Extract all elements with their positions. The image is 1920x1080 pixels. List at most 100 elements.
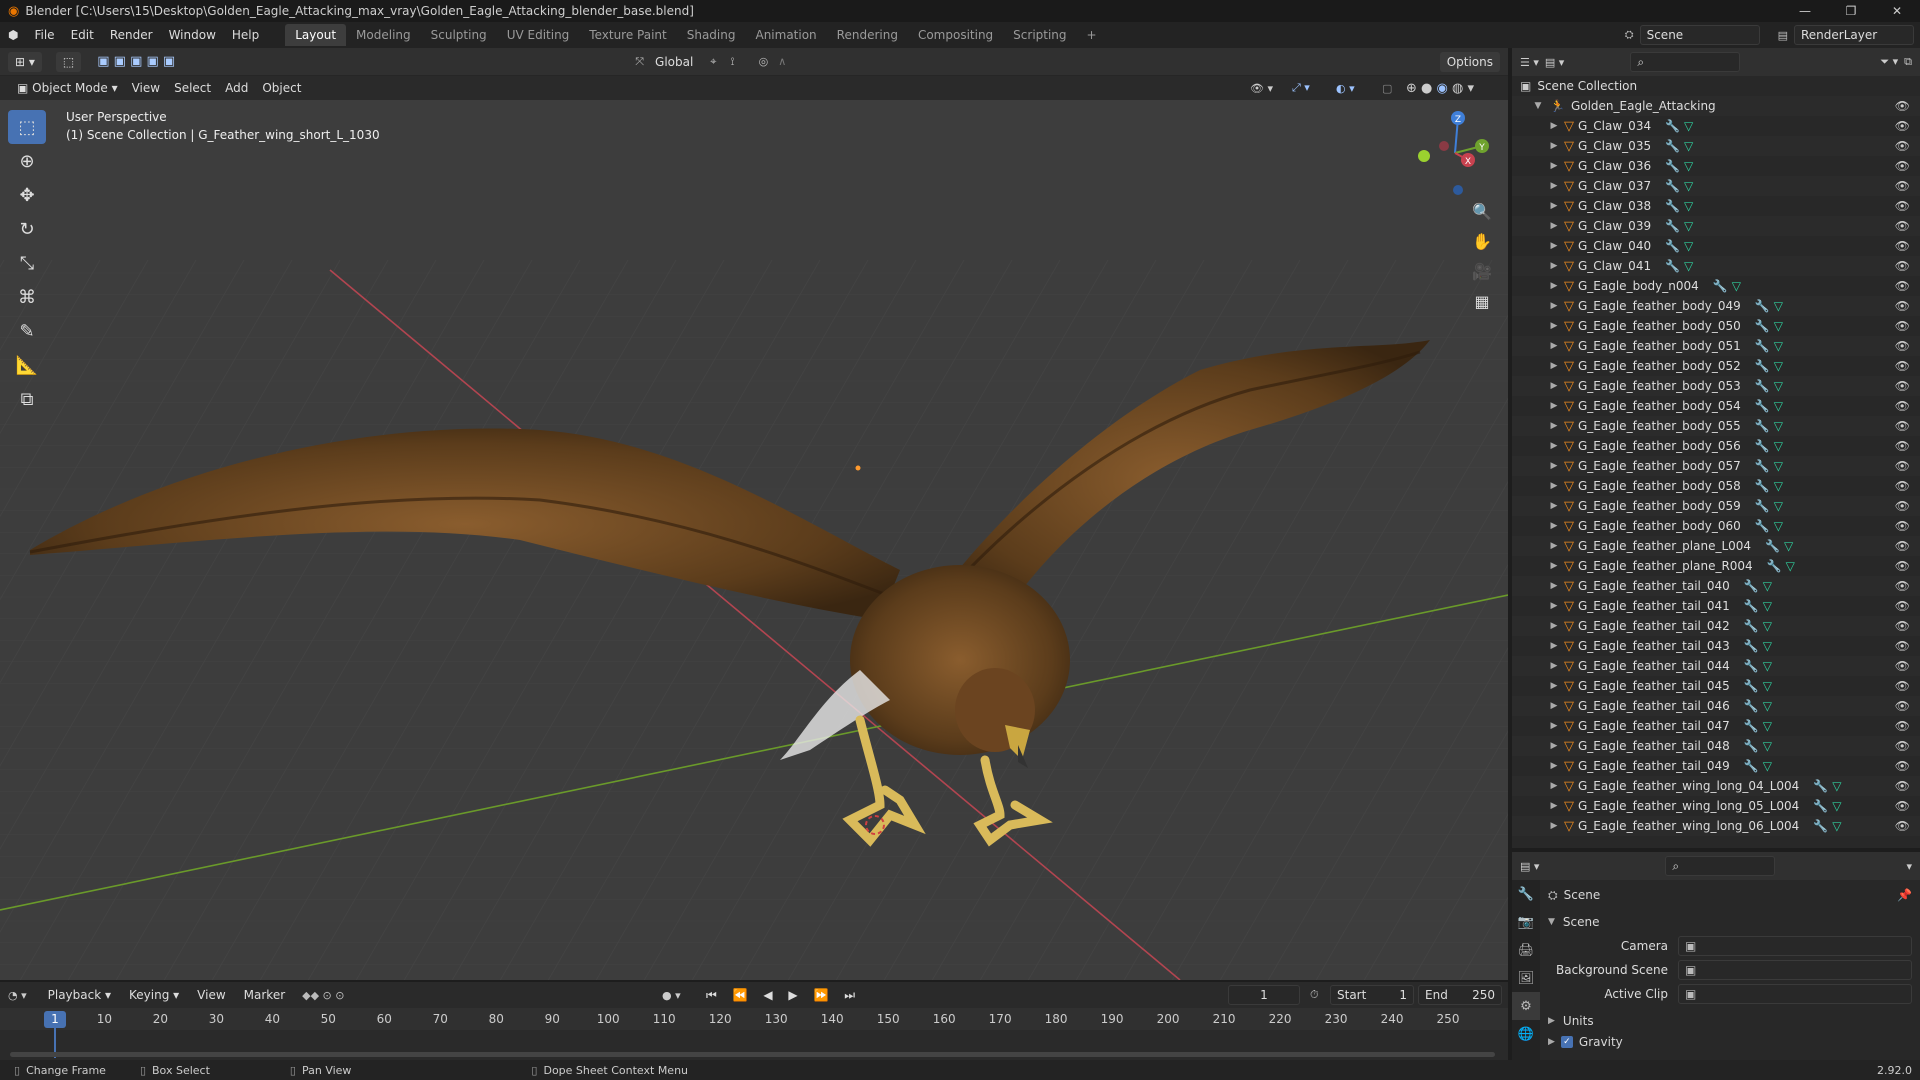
minimize-button[interactable]: — — [1782, 0, 1828, 22]
options-button[interactable]: Options — [1439, 51, 1500, 72]
outliner-editor-icon[interactable]: ☰ ▾ — [1520, 56, 1539, 69]
modifier-wrench-icon[interactable]: 🔧 — [1755, 459, 1770, 473]
expand-arrow-icon[interactable]: ▶ — [1548, 681, 1560, 691]
mesh-data-icon[interactable]: ▽ — [1832, 799, 1841, 813]
expand-arrow-icon[interactable]: ▶ — [1548, 501, 1560, 511]
world-tab-icon[interactable]: 🌐 — [1512, 1020, 1540, 1048]
scene-selector[interactable]: Scene — [1639, 25, 1760, 45]
outliner-object-row[interactable]: ▶ ▽ G_Eagle_feather_body_054 🔧 ▽ 👁 — [1512, 396, 1920, 416]
expand-arrow-icon[interactable]: ▶ — [1548, 261, 1560, 271]
3d-viewport[interactable]: User Perspective (1) Scene Collection | … — [0, 100, 1508, 980]
outliner-object-row[interactable]: ▶ ▽ G_Claw_039 🔧 ▽ 👁 — [1512, 216, 1920, 236]
visibility-eye-icon[interactable]: 👁 — [1895, 219, 1910, 233]
proportional-edit-icon[interactable]: ◎ — [759, 55, 769, 68]
outliner-object-row[interactable]: ▶ ▽ G_Claw_035 🔧 ▽ 👁 — [1512, 136, 1920, 156]
modifier-wrench-icon[interactable]: 🔧 — [1744, 719, 1759, 733]
outliner-object-row[interactable]: ▶ ▽ G_Eagle_feather_tail_041 🔧 ▽ 👁 — [1512, 596, 1920, 616]
gravity-panel-header[interactable]: ▶ ✓ Gravity — [1548, 1032, 1912, 1052]
select-tool-button[interactable]: ⬚ — [55, 51, 82, 72]
outliner-object-row[interactable]: ▶ ▽ G_Eagle_feather_wing_long_05_L004 🔧 ▽ 👁 — [1512, 796, 1920, 816]
expand-arrow-icon[interactable]: ▶ — [1548, 601, 1560, 611]
expand-arrow-icon[interactable]: ▶ — [1548, 541, 1560, 551]
measure-tool[interactable]: 📐 — [8, 348, 46, 382]
modifier-wrench-icon[interactable]: 🔧 — [1744, 699, 1759, 713]
gravity-checkbox[interactable]: ✓ — [1560, 1036, 1573, 1048]
xray-icon[interactable]: ▢ — [1382, 82, 1392, 95]
visibility-eye-icon[interactable]: 👁 — [1895, 499, 1910, 513]
mesh-data-icon[interactable]: ▽ — [1763, 619, 1772, 633]
mesh-data-icon[interactable]: ▽ — [1774, 299, 1783, 313]
modifier-wrench-icon[interactable]: 🔧 — [1665, 199, 1680, 213]
new-collection-icon[interactable]: ⧉ — [1904, 55, 1912, 69]
tab-layout[interactable]: Layout — [285, 24, 347, 46]
mesh-data-icon[interactable]: ▽ — [1684, 239, 1693, 253]
frame-ruler[interactable]: 1102030405060708090100110120130140150160… — [0, 1008, 1508, 1058]
shading-mode-icons[interactable]: ⊕ ● ◉ ◍ ▾ — [1406, 81, 1474, 96]
mesh-data-icon[interactable]: ▽ — [1763, 659, 1772, 673]
visibility-eye-icon[interactable]: 👁 — [1895, 259, 1910, 273]
keying-menu[interactable]: Keying ▾ — [122, 985, 186, 1005]
mesh-data-icon[interactable]: ▽ — [1684, 119, 1693, 133]
property-value-field[interactable]: ▣ — [1678, 984, 1912, 1004]
expand-arrow-icon[interactable]: ▶ — [1548, 381, 1560, 391]
visibility-eye-icon[interactable]: 👁 — [1895, 799, 1910, 813]
properties-options-icon[interactable]: ▾ — [1906, 860, 1912, 873]
outliner-object-row[interactable]: ▶ ▽ G_Eagle_feather_body_059 🔧 ▽ 👁 — [1512, 496, 1920, 516]
mesh-data-icon[interactable]: ▽ — [1786, 559, 1795, 573]
visibility-eye-icon[interactable]: 👁 — [1895, 359, 1910, 373]
pivot-icon[interactable]: ⌖ — [710, 55, 716, 69]
output-tab-icon[interactable]: 🖨 — [1512, 936, 1540, 964]
outliner-object-row[interactable]: ▶ ▽ G_Eagle_feather_plane_L004 🔧 ▽ 👁 — [1512, 536, 1920, 556]
menu-window[interactable]: Window — [161, 22, 224, 48]
modifier-wrench-icon[interactable]: 🔧 — [1755, 439, 1770, 453]
modifier-wrench-icon[interactable]: 🔧 — [1755, 359, 1770, 373]
outliner-object-row[interactable]: ▶ ▽ G_Claw_041 🔧 ▽ 👁 — [1512, 256, 1920, 276]
tab-sculpting[interactable]: Sculpting — [421, 24, 497, 46]
outliner-object-row[interactable]: ▶ ▽ G_Eagle_feather_tail_049 🔧 ▽ 👁 — [1512, 756, 1920, 776]
visibility-eye-icon[interactable]: 👁 — [1895, 379, 1910, 393]
expand-arrow-icon[interactable]: ▶ — [1548, 401, 1560, 411]
expand-arrow-icon[interactable]: ▶ — [1548, 561, 1560, 571]
mesh-data-icon[interactable]: ▽ — [1763, 599, 1772, 613]
modifier-wrench-icon[interactable]: 🔧 — [1755, 399, 1770, 413]
mode-dropdown[interactable]: ▣ Object Mode ▾ — [10, 78, 125, 98]
mesh-data-icon[interactable]: ▽ — [1784, 539, 1793, 553]
select-box-tool[interactable]: ⬚ — [8, 110, 46, 144]
outliner-object-row[interactable]: ▶ ▽ G_Eagle_body_n004 🔧 ▽ 👁 — [1512, 276, 1920, 296]
timeline-editor-icon[interactable]: ◔ ▾ — [8, 989, 27, 1002]
snap-icon[interactable]: ⟟ — [731, 55, 735, 69]
mesh-data-icon[interactable]: ▽ — [1774, 359, 1783, 373]
expand-arrow-icon[interactable]: ▶ — [1548, 341, 1560, 351]
close-button[interactable]: ✕ — [1874, 0, 1920, 22]
mesh-data-icon[interactable]: ▽ — [1774, 319, 1783, 333]
outliner-object-row[interactable]: ▶ ▽ G_Eagle_feather_body_051 🔧 ▽ 👁 — [1512, 336, 1920, 356]
menu-file[interactable]: File — [26, 22, 62, 48]
mesh-data-icon[interactable]: ▽ — [1684, 199, 1693, 213]
visibility-eye-icon[interactable]: 👁 — [1895, 319, 1910, 333]
modifier-wrench-icon[interactable]: 🔧 — [1765, 539, 1780, 553]
visibility-eye-icon[interactable]: 👁 — [1895, 819, 1910, 833]
modifier-wrench-icon[interactable]: 🔧 — [1744, 659, 1759, 673]
properties-search-input[interactable]: ⌕ — [1665, 856, 1776, 876]
modifier-wrench-icon[interactable]: 🔧 — [1744, 599, 1759, 613]
cursor-tool[interactable]: ⊕ — [8, 144, 46, 178]
tab-animation[interactable]: Animation — [745, 24, 826, 46]
modifier-wrench-icon[interactable]: 🔧 — [1744, 679, 1759, 693]
outliner-object-row[interactable]: ▶ ▽ G_Claw_034 🔧 ▽ 👁 — [1512, 116, 1920, 136]
expand-arrow-icon[interactable]: ▶ — [1548, 181, 1560, 191]
mesh-data-icon[interactable]: ▽ — [1774, 459, 1783, 473]
modifier-wrench-icon[interactable]: 🔧 — [1744, 739, 1759, 753]
outliner-object-row[interactable]: ▶ ▽ G_Eagle_feather_body_058 🔧 ▽ 👁 — [1512, 476, 1920, 496]
modifier-wrench-icon[interactable]: 🔧 — [1665, 239, 1680, 253]
visibility-eye-icon[interactable]: 👁 — [1895, 779, 1910, 793]
visibility-eye-icon[interactable]: 👁 — [1895, 159, 1910, 173]
outliner-object-row[interactable]: ▶ ▽ G_Eagle_feather_wing_long_04_L004 🔧 ▽ 👁 — [1512, 776, 1920, 796]
expand-arrow-icon[interactable]: ▶ — [1548, 481, 1560, 491]
outliner-object-row[interactable]: ▶ ▽ G_Claw_038 🔧 ▽ 👁 — [1512, 196, 1920, 216]
expand-arrow-icon[interactable]: ▶ — [1548, 701, 1560, 711]
view-layer-tab-icon[interactable]: 🖼 — [1512, 964, 1540, 992]
modifier-wrench-icon[interactable]: 🔧 — [1665, 259, 1680, 273]
scale-tool[interactable]: ⤡ — [8, 246, 46, 280]
orientation-dropdown[interactable]: Global — [648, 52, 700, 72]
end-frame-field[interactable]: End 250 — [1418, 985, 1502, 1005]
